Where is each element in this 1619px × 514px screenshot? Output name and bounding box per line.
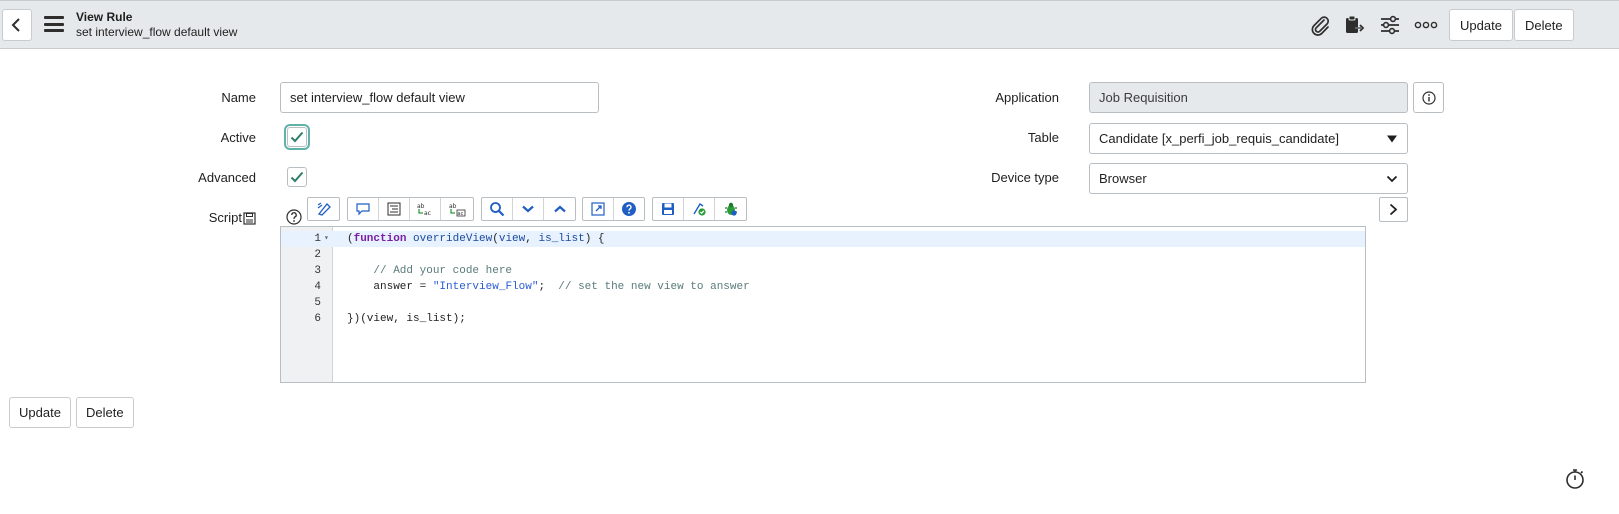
line-number: 4 xyxy=(314,281,321,293)
script-check-icon xyxy=(693,203,706,216)
toolbar-group-search xyxy=(481,197,576,221)
record-subtitle: set interview_flow default view xyxy=(76,25,238,39)
application-info-button[interactable] xyxy=(1413,82,1444,113)
toolbar-group-format xyxy=(307,197,340,221)
replace-all-icon: abac xyxy=(449,203,465,217)
hamburger-menu-icon[interactable] xyxy=(44,16,64,32)
form-header: View Rule set interview_flow default vie… xyxy=(0,0,1619,49)
toolbar-group-edit: ab ac ab ac xyxy=(347,197,474,221)
search-icon xyxy=(490,202,505,217)
svg-text:ab: ab xyxy=(449,203,457,210)
line-number: 3 xyxy=(314,265,321,277)
comment-button[interactable] xyxy=(348,198,379,220)
fullscreen-button[interactable] xyxy=(583,198,614,220)
find-previous-button[interactable] xyxy=(544,198,575,220)
name-label: Name xyxy=(221,90,256,105)
device-type-select[interactable]: Browser xyxy=(1089,163,1408,194)
view-rule-form-page: View Rule set interview_flow default vie… xyxy=(0,0,1619,514)
find-next-button[interactable] xyxy=(513,198,544,220)
comment-icon xyxy=(356,203,370,216)
line-number: 1 xyxy=(314,233,321,245)
device-type-select-value: Browser xyxy=(1099,171,1147,186)
header-delete-button[interactable]: Delete xyxy=(1514,9,1574,41)
code-line-6: })(view, is_list); xyxy=(347,313,466,325)
active-checkbox[interactable] xyxy=(284,124,310,150)
clipboard-export-icon[interactable] xyxy=(1342,13,1366,37)
stopwatch-icon[interactable] xyxy=(1564,468,1586,490)
search-button[interactable] xyxy=(482,198,513,220)
svg-text:ac: ac xyxy=(457,211,463,217)
chevron-up-icon xyxy=(553,205,566,213)
chevron-down-icon xyxy=(522,205,534,213)
toolbar-expand-button[interactable] xyxy=(1379,197,1408,222)
header-update-button[interactable]: Update xyxy=(1449,9,1513,41)
toolbar-group-view xyxy=(582,197,645,221)
question-icon xyxy=(621,202,636,216)
page-title: View Rule xyxy=(76,10,133,24)
replace-all-button[interactable]: ab ac xyxy=(441,198,472,220)
replace-icon: abac xyxy=(417,203,431,217)
script-save-icon[interactable] xyxy=(243,212,256,225)
code-line-1: (function overrideView(view, is_list) { xyxy=(347,233,605,245)
svg-text:ab: ab xyxy=(417,203,425,210)
active-label: Active xyxy=(220,130,256,145)
application-field: Job Requisition xyxy=(1089,82,1408,113)
debug-button[interactable] xyxy=(715,198,746,220)
checkmark-icon xyxy=(290,171,304,183)
save-script-button[interactable] xyxy=(653,198,684,220)
device-type-label: Device type xyxy=(991,170,1059,185)
script-debugger-button[interactable] xyxy=(684,198,715,220)
save-icon xyxy=(662,203,674,215)
line-number: 2 xyxy=(314,249,321,261)
code-line-4: answer = "Interview_Flow"; // set the ne… xyxy=(347,281,750,293)
toggle-syntax-button[interactable] xyxy=(308,198,339,220)
name-input[interactable]: set interview_flow default view xyxy=(280,82,599,113)
chevron-right-icon xyxy=(1389,203,1398,216)
chevron-left-icon xyxy=(11,18,20,32)
line-number: 5 xyxy=(314,297,321,309)
advanced-checkbox[interactable] xyxy=(287,167,307,187)
triangle-down-icon xyxy=(1387,135,1397,142)
replace-button[interactable]: ab ac xyxy=(410,198,441,220)
script-help-button[interactable] xyxy=(614,198,644,220)
back-button[interactable] xyxy=(2,9,32,41)
syntax-editor-icon xyxy=(317,202,331,216)
line-number: 6 xyxy=(314,313,321,325)
code-line-3: // Add your code here xyxy=(347,265,513,277)
sliders-settings-icon[interactable] xyxy=(1378,13,1402,37)
paperclip-icon[interactable] xyxy=(1308,13,1332,37)
table-select[interactable]: Candidate [x_perfi_job_requis_candidate] xyxy=(1089,123,1408,154)
script-label: Script xyxy=(208,210,242,225)
help-circle-icon[interactable] xyxy=(286,209,302,225)
script-editor[interactable]: 1 ▾ 2 3 4 5 6 (function overrideView(vie… xyxy=(280,226,1366,383)
advanced-label: Advanced xyxy=(198,170,256,185)
toolbar-group-debug xyxy=(652,197,747,221)
title-block: View Rule set interview_flow default vie… xyxy=(76,10,237,40)
footer-update-button[interactable]: Update xyxy=(9,397,71,428)
info-icon xyxy=(1421,90,1436,105)
application-label: Application xyxy=(995,90,1059,105)
table-select-value: Candidate [x_perfi_job_requis_candidate] xyxy=(1099,131,1339,146)
expand-icon xyxy=(591,202,605,216)
format-code-button[interactable] xyxy=(379,198,410,220)
more-options-icon[interactable] xyxy=(1414,13,1438,37)
chevron-down-icon xyxy=(1386,175,1398,182)
table-label: Table xyxy=(1027,130,1059,145)
fold-toggle-icon[interactable]: ▾ xyxy=(324,231,329,247)
bug-icon xyxy=(724,202,737,216)
checkmark-icon xyxy=(290,131,304,143)
footer-delete-button[interactable]: Delete xyxy=(76,397,134,428)
align-lines-icon xyxy=(387,202,401,216)
svg-text:ac: ac xyxy=(424,210,431,217)
